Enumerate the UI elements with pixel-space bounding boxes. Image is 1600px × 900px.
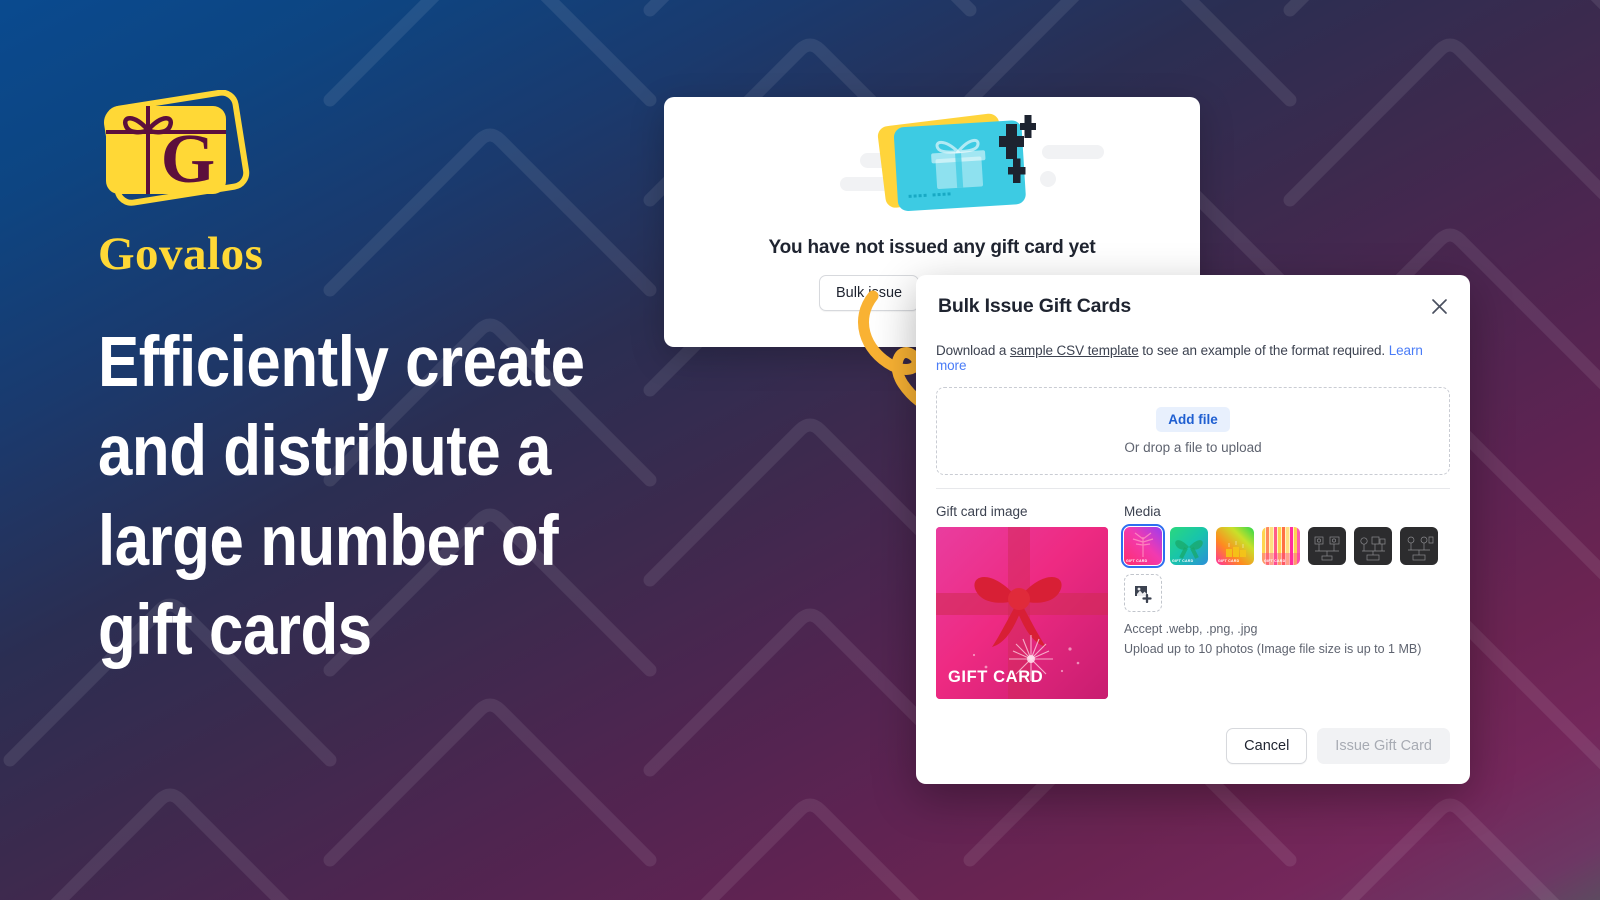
media-thumb-3[interactable]: GIFT CARD	[1262, 527, 1300, 565]
media-thumb-5[interactable]	[1354, 527, 1392, 565]
modal-header: Bulk Issue Gift Cards	[916, 275, 1470, 335]
page-root: G Govalos Efficiently create and distrib…	[0, 0, 1600, 900]
csv-description: Download a sample CSV template to see an…	[936, 335, 1450, 387]
file-dropzone[interactable]: Add file Or drop a file to upload	[936, 387, 1450, 475]
logo-letter: G	[161, 121, 215, 198]
add-file-button[interactable]: Add file	[1156, 407, 1230, 432]
modal-title: Bulk Issue Gift Cards	[938, 295, 1132, 317]
bulk-issue-modal: Bulk Issue Gift Cards Download a sample …	[916, 275, 1470, 784]
issue-gift-card-button[interactable]: Issue Gift Card	[1317, 728, 1450, 764]
gift-card-image-label: Gift card image	[936, 504, 1028, 519]
brand-logo: G Govalos	[98, 89, 298, 278]
accept-formats-hint: Accept .webp, .png, .jpg	[1124, 622, 1258, 636]
drop-hint-text: Or drop a file to upload	[1124, 440, 1262, 455]
media-thumb-6[interactable]	[1400, 527, 1438, 565]
gift-cards-stack-icon	[840, 113, 1104, 211]
gift-card-image-column: Gift card image GIFT CARD	[936, 504, 1108, 699]
add-image-icon	[1135, 586, 1152, 603]
hero-panel: G Govalos Efficiently create and distrib…	[98, 89, 718, 676]
media-thumb-tag-1: GIFT CARD	[1172, 559, 1194, 563]
headline-line-3: large number of	[98, 501, 559, 581]
media-label: Media	[1124, 504, 1161, 519]
media-thumb-tag-2: GIFT CARD	[1218, 559, 1240, 563]
media-thumb-2[interactable]: GIFT CARD	[1216, 527, 1254, 565]
close-icon[interactable]	[1426, 293, 1452, 319]
sample-csv-template-link[interactable]: sample CSV template	[1010, 343, 1139, 358]
media-thumb-tag-3: GIFT CARD	[1264, 559, 1286, 563]
add-photo-button[interactable]	[1124, 574, 1162, 612]
modal-footer: Cancel Issue Gift Card	[916, 728, 1470, 784]
empty-state-title: You have not issued any gift card yet	[768, 237, 1096, 258]
cancel-button[interactable]: Cancel	[1226, 728, 1308, 764]
gift-card-preview-caption: GIFT CARD	[948, 668, 1044, 686]
media-thumbnail-row: GIFT CARD GIFT CARD GIFT CARD GIFT CARD	[1121, 524, 1438, 568]
upload-limit-hint: Upload up to 10 photos (Image file size …	[1124, 642, 1422, 656]
media-thumb-4[interactable]	[1308, 527, 1346, 565]
media-section: Gift card image GIFT CARD Media GIFT CAR…	[936, 489, 1450, 699]
headline-line-1: Efficiently create	[98, 323, 585, 402]
desc-prefix: Download a	[936, 343, 1010, 358]
media-column: Media GIFT CARD GIFT CARD GIFT CARD GIFT…	[1121, 504, 1438, 699]
desc-middle: to see an example of the format required…	[1138, 343, 1389, 358]
gift-card-image-preview[interactable]: GIFT CARD	[936, 527, 1108, 699]
media-thumb-tag-0: GIFT CARD	[1126, 559, 1148, 563]
brand-name: Govalos	[98, 228, 264, 280]
hero-headline: Efficiently create and distribute a larg…	[98, 318, 585, 676]
headline-line-4: gift cards	[98, 591, 372, 671]
media-thumb-0[interactable]: GIFT CARD	[1121, 524, 1165, 568]
headline-line-2: and distribute a	[98, 412, 551, 492]
gift-card-bow-icon: G	[104, 89, 250, 206]
media-thumb-1[interactable]: GIFT CARD	[1170, 527, 1208, 565]
modal-body: Download a sample CSV template to see an…	[916, 335, 1470, 699]
